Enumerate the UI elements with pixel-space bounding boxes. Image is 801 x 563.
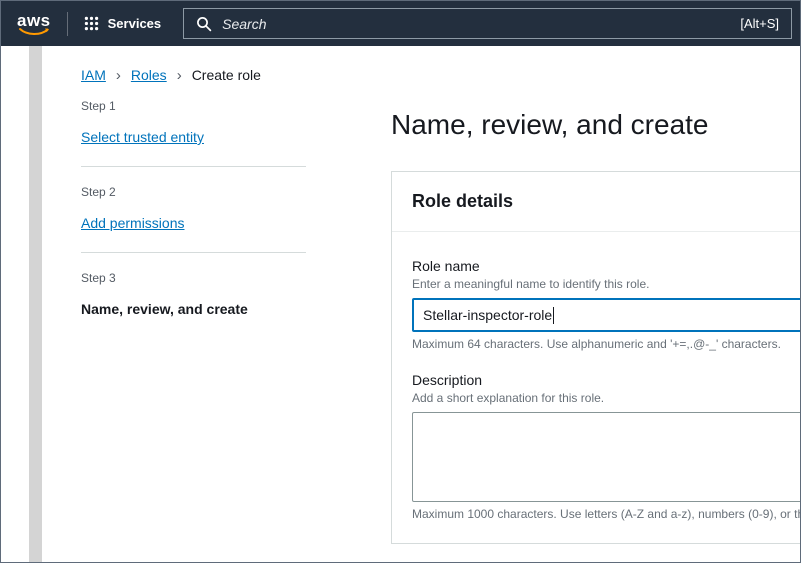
- step-divider: [81, 166, 306, 167]
- columns: Step 1 Select trusted entity Step 2 Add …: [81, 99, 800, 544]
- description-textarea[interactable]: [412, 412, 800, 502]
- card-title: Role details: [412, 191, 513, 211]
- services-label: Services: [108, 16, 162, 31]
- description-label: Description: [412, 372, 800, 388]
- role-name-value: Stellar-inspector-role: [423, 307, 552, 323]
- description-description: Add a short explanation for this role.: [412, 391, 800, 405]
- aws-console-window: aws Services [Alt+S]: [0, 0, 801, 563]
- wizard-steps-nav: Step 1 Select trusted entity Step 2 Add …: [81, 99, 306, 317]
- step-number-label: Step 3: [81, 271, 306, 285]
- breadcrumb: IAM › Roles › Create role: [81, 67, 800, 83]
- text-caret: [553, 307, 554, 324]
- breadcrumb-link-roles[interactable]: Roles: [131, 67, 167, 83]
- grid-icon: [84, 16, 99, 31]
- step-number-label: Step 2: [81, 185, 306, 199]
- description-constraint: Maximum 1000 characters. Use letters (A-…: [412, 507, 800, 521]
- content-area: IAM › Roles › Create role Step 1 Select …: [42, 46, 800, 562]
- step-link-add-permissions[interactable]: Add permissions: [81, 215, 185, 231]
- role-name-constraint: Maximum 64 characters. Use alphanumeric …: [412, 337, 800, 351]
- services-menu-button[interactable]: Services: [84, 16, 162, 31]
- main-panel: Name, review, and create Role details Ro…: [391, 99, 800, 544]
- chevron-right-icon: ›: [116, 68, 121, 83]
- step-number-label: Step 1: [81, 99, 306, 113]
- magnifier-icon: [196, 16, 212, 32]
- role-name-field: Role name Enter a meaningful name to ide…: [412, 258, 800, 351]
- topbar-divider: [67, 12, 68, 36]
- breadcrumb-current: Create role: [192, 67, 261, 83]
- page-body: IAM › Roles › Create role Step 1 Select …: [1, 46, 800, 562]
- role-details-card: Role details Role name Enter a meaningfu…: [391, 171, 800, 544]
- side-panel-strip: [29, 46, 42, 562]
- global-search-box[interactable]: [Alt+S]: [183, 8, 792, 39]
- description-field: Description Add a short explanation for …: [412, 372, 800, 521]
- step-divider: [81, 252, 306, 253]
- wizard-step-3: Step 3 Name, review, and create: [81, 271, 306, 317]
- card-body: Role name Enter a meaningful name to ide…: [392, 232, 800, 543]
- search-shortcut-hint: [Alt+S]: [740, 16, 779, 31]
- role-name-label: Role name: [412, 258, 800, 274]
- aws-smile-icon: [18, 27, 50, 36]
- top-navigation-bar: aws Services [Alt+S]: [1, 1, 800, 46]
- card-header: Role details: [392, 172, 800, 232]
- step-current-name-review-create: Name, review, and create: [81, 301, 306, 317]
- wizard-step-1: Step 1 Select trusted entity: [81, 99, 306, 147]
- breadcrumb-link-iam[interactable]: IAM: [81, 67, 106, 83]
- role-name-input[interactable]: Stellar-inspector-role: [412, 298, 800, 332]
- step-link-select-trusted-entity[interactable]: Select trusted entity: [81, 129, 204, 145]
- search-input[interactable]: [222, 16, 730, 32]
- page-title: Name, review, and create: [391, 109, 800, 141]
- role-name-description: Enter a meaningful name to identify this…: [412, 277, 800, 291]
- chevron-right-icon: ›: [177, 68, 182, 83]
- aws-logo[interactable]: aws: [17, 12, 51, 36]
- wizard-step-2: Step 2 Add permissions: [81, 185, 306, 233]
